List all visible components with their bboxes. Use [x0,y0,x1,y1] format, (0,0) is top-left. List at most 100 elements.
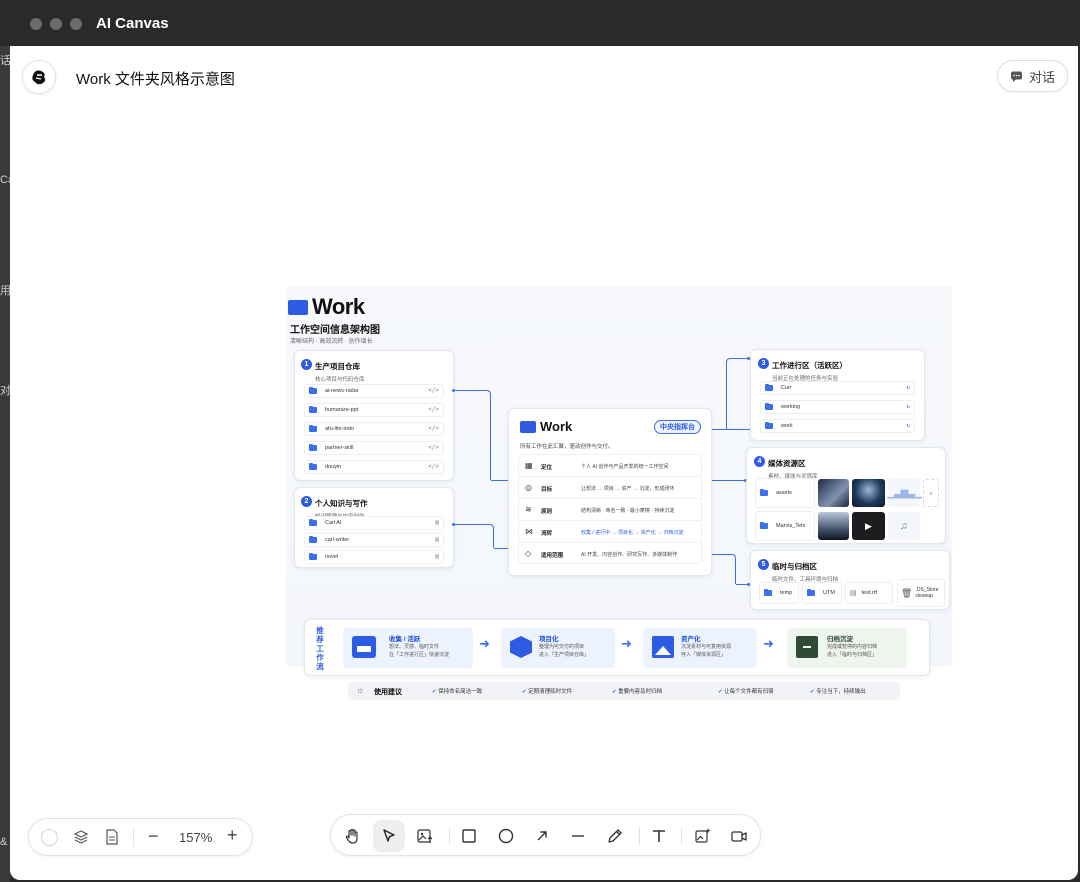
folder-icon [309,518,317,526]
folder-row[interactable]: novel ▤ [304,550,444,564]
cleanup-row[interactable]: 🗑 .DS_Store cleanup [897,579,945,607]
arrow-up-right-icon [537,831,547,841]
folder-name: afu-llm-todo [325,426,355,432]
workflow-step-project[interactable]: 项目化 整理为可交付的项目 进入「生产项目仓库」 [501,628,615,668]
abstract-thumbnail[interactable] [852,479,885,507]
center-command-card[interactable]: Work 中央指挥台 所有工作在此汇聚，驱动创作与交付。 ▦ 定位 个人 AI … [508,408,712,576]
connector-line [712,554,736,584]
zoom-in-button[interactable]: + [227,825,238,846]
arrow-tool-button[interactable] [526,820,558,852]
workflow-step-archive[interactable]: 归档沉淀 完成或暂停的内容归档 进入「临时与归档区」 [787,628,907,668]
folder-row[interactable]: ai-news-radar </> [304,384,444,398]
document-title: Work 文件夹风格示意图 [76,71,235,88]
page-button[interactable] [105,829,119,850]
window-title: AI Canvas [96,15,169,32]
canvas-area[interactable]: Work 文件夹风格示意图 对话 Work 工作空间信息架构图 清晰结构 · 高… [10,46,1078,880]
folder-row[interactable]: working ↻ [760,400,915,414]
folder-icon [764,588,772,596]
section-number: 2 [301,496,312,508]
zoom-window-button[interactable] [70,18,82,30]
layers-icon: ≋ [525,505,532,514]
image-upload-icon [417,829,433,843]
chat-button[interactable]: 对话 [996,60,1068,92]
app-logo[interactable] [22,60,56,94]
center-rows: ▦ 定位 个人 AI 创作与产品开发的统一工作空间 ◎ 目标 让想法 → 项目 … [518,454,702,564]
divider [681,827,682,845]
folder-name: Curr [781,385,792,391]
folder-name: partner-skill [325,445,354,451]
add-icon[interactable]: + [923,479,939,507]
row-desc: 让想法 → 项目 → 资产 → 沉淀，形成闭环 [581,486,675,492]
center-row-scope: ◇ 适用范围 AI 开发、内容创作、研究写作、多媒体制作 [519,543,701,565]
audio-wave-icon: ▁▃▆▃▁ [887,479,922,507]
brand-header: Work [288,294,365,320]
tip-text: 重要内容及时归档 [618,689,663,695]
chat-bubble-icon [1010,71,1022,82]
folder-row[interactable]: UTM [802,582,842,604]
layers-button[interactable] [73,829,89,850]
folder-row[interactable]: temp [759,582,799,604]
arrow-right-icon: ➜ [479,636,490,651]
code-icon: </> [428,387,439,394]
pen-tool-button[interactable] [599,820,631,852]
select-tool-button[interactable] [373,820,405,852]
mountain-thumbnail[interactable] [818,479,849,507]
file-row[interactable]: ▤ test.rtf [845,582,893,604]
section-temp-archive[interactable]: 5 临时与归档区 临时文件、工具环境与归档 temp UTM ▤ test.rtf … [750,550,950,610]
connector-line [454,390,491,480]
refresh-icon: ↻ [906,422,910,429]
folder-row[interactable]: partner-skill </> [304,441,444,455]
document-icon [106,829,118,845]
section-media-assets[interactable]: 4 媒体资源区 素材、媒体与灵感库 assets ▁▃▆▃▁ + Marvis_T… [746,447,946,544]
text-tool-button[interactable] [643,820,675,852]
circle-tool-button[interactable] [490,820,522,852]
folder-row[interactable]: carl-writer ▤ [304,533,444,547]
folder-icon [765,421,773,429]
folder-name: work [781,423,793,429]
workflow-step-collect[interactable]: 收集 / 活跃 想法、灵感、临时文件 在「工作进行区」快速沉淀 [343,628,473,668]
document-icon: ▤ [435,553,439,560]
folder-row[interactable]: afu-llm-todo </> [304,422,444,436]
video-play-icon[interactable]: ▶ [852,512,885,540]
close-window-button[interactable] [30,18,42,30]
folder-icon [309,552,317,560]
astronaut-thumbnail[interactable] [818,512,849,540]
section-production-repos[interactable]: 1 生产项目仓库 核心项目与代码仓库 ai-news-radar </> human… [294,350,454,481]
section-active-work[interactable]: 3 工作进行区（活跃区） 当前正在处理的任务与实验 Curr ↻ working ↻ … [750,349,925,441]
image-upload-button[interactable] [409,820,441,852]
tag-icon: ◇ [525,549,532,558]
folder-row[interactable]: humanize-ppt </> [304,403,444,417]
hand-tool-button[interactable] [337,820,369,852]
architecture-diagram[interactable]: Work 工作空间信息架构图 清晰结构 · 高效流转 · 创作增长 1 生产项目仓… [286,286,952,700]
share-icon: ⋈ [525,527,533,536]
folder-row[interactable]: Carl AI ▤ [304,516,444,530]
chat-button-label: 对话 [1028,69,1055,85]
zoom-level[interactable]: 157% [179,830,212,845]
connector-dot [452,523,455,526]
workflow-step-asset[interactable]: 资产化 沉淀素材与可复用资源 存入「媒体资源区」 [643,628,757,668]
folder-row[interactable]: douyin </> [304,460,444,474]
ai-image-button[interactable] [687,820,719,852]
step-desc: 进入「临时与归档区」 [827,652,878,658]
color-swatch-button[interactable] [41,829,58,846]
folder-row[interactable]: Marvis_Tets [755,511,815,541]
connector-dot [452,389,455,392]
section-title: 临时与归档区 [772,562,817,571]
folder-row[interactable]: Curr ↻ [760,381,915,395]
minimize-window-button[interactable] [50,18,62,30]
row-desc: 收集 / 进行中 → 项目化 → 资产化 → 归档沉淀 [581,530,684,536]
section-number: 5 [758,559,769,571]
video-tool-button[interactable] [723,820,755,852]
code-icon: </> [428,406,439,413]
section-knowledge-writing[interactable]: 2个人知识与写作 知识管理与内容创作 Carl AI▤ carl-writer▤… [294,487,454,568]
ai-image-icon [695,828,711,843]
rectangle-tool-button[interactable] [453,820,485,852]
zoom-out-button[interactable]: − [148,826,159,847]
folder-row[interactable]: assets [755,478,815,508]
folder-row[interactable]: work ↻ [760,419,915,433]
line-tool-button[interactable] [562,820,594,852]
folder-name: temp [780,590,793,596]
section-number: 4 [754,456,765,468]
folder-icon [520,420,536,433]
tip-item: ✔ 保持命名简洁一致 [432,687,482,695]
